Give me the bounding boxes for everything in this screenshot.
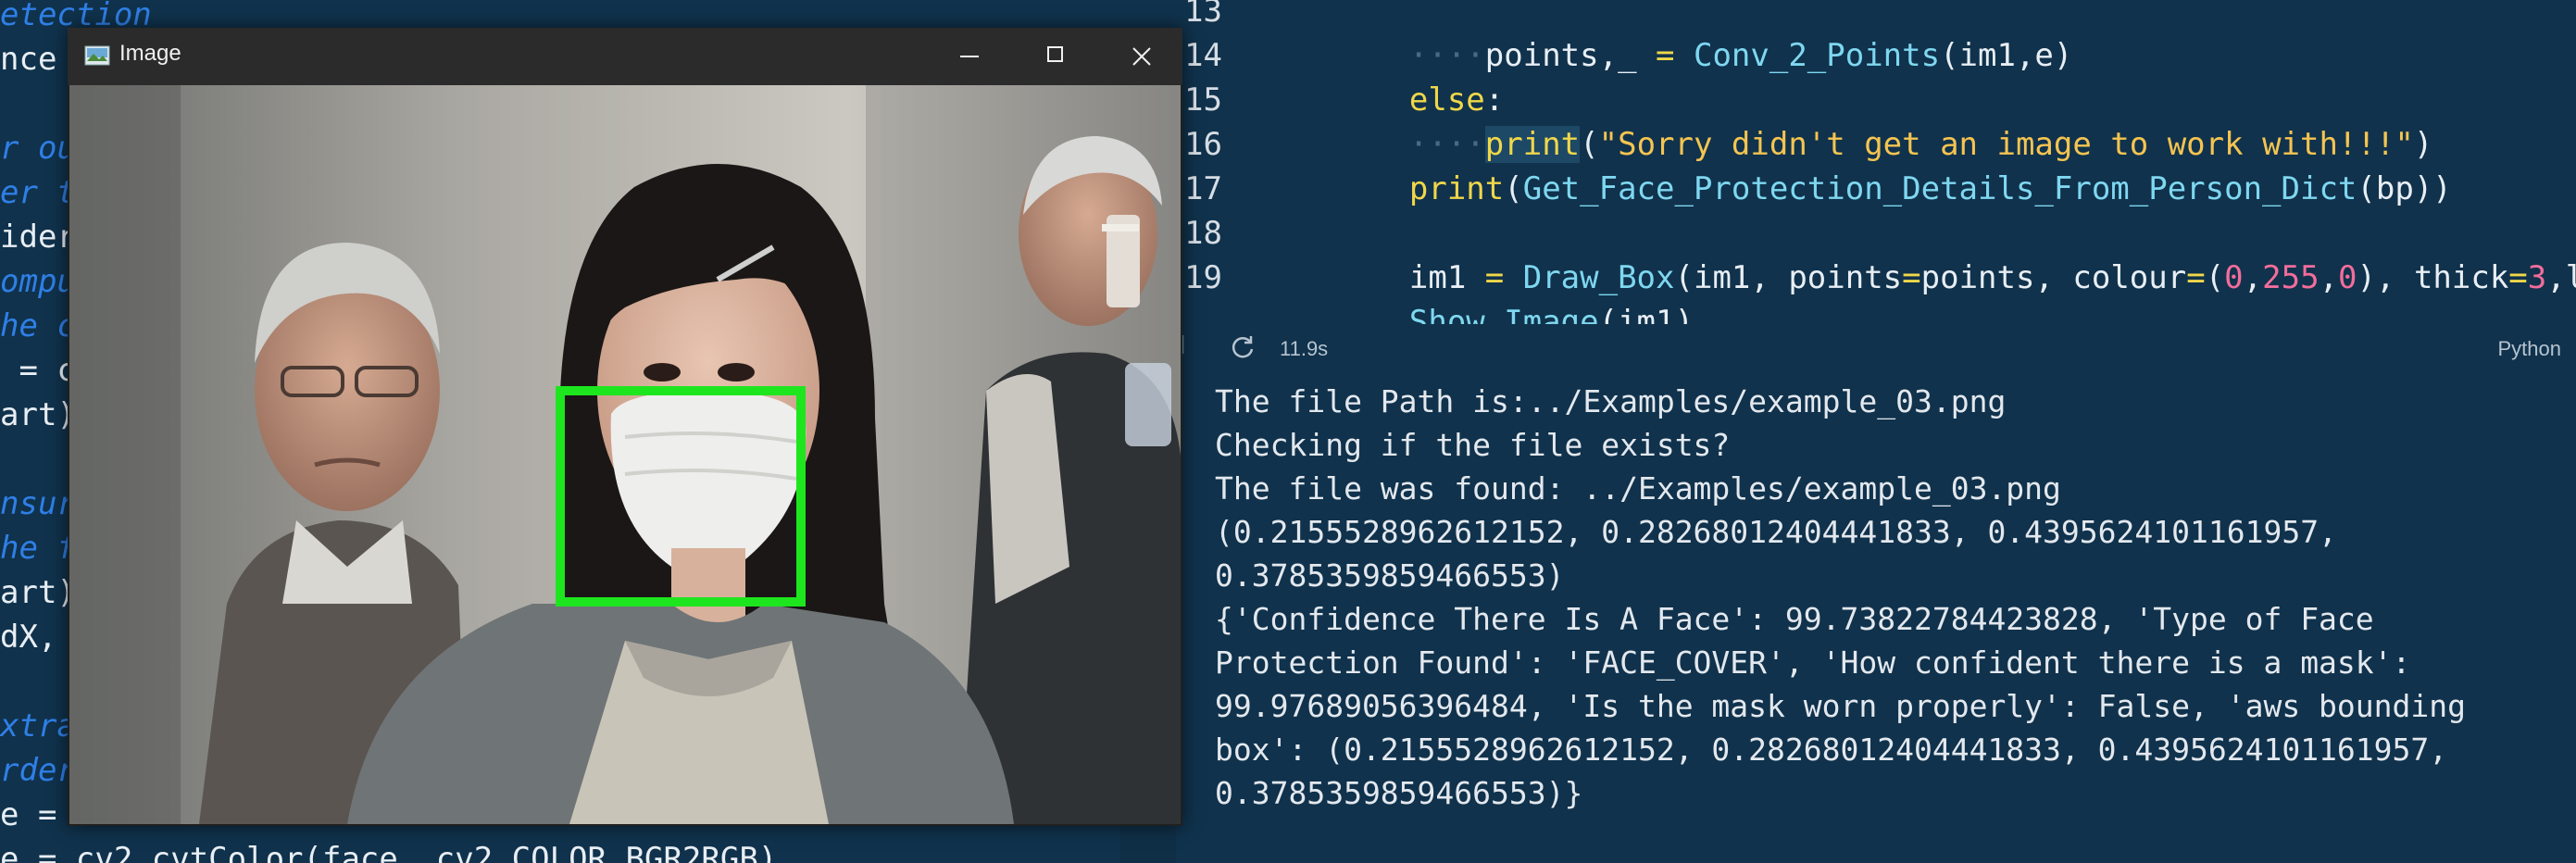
minimize-icon (960, 56, 979, 57)
code-token: Get_Face_Protection_Details_From_Person_… (1522, 170, 2357, 207)
code-line[interactable]: xtra (0, 704, 76, 748)
code-token: Conv_2_Points (1693, 37, 1941, 74)
photo-illustration (69, 85, 1181, 824)
cell-status-bar: ] 11.9s Python (1176, 324, 2576, 374)
code-token: , (2243, 259, 2263, 296)
code-line[interactable]: he f (0, 526, 76, 570)
code-line[interactable]: nsur (0, 482, 76, 526)
code-line[interactable]: e = cv2.cvtColor(face, cv2.COLOR_BGR2RGB… (0, 837, 777, 863)
maximize-button[interactable] (1014, 28, 1097, 85)
window-title: Image (119, 41, 181, 66)
output-line: 0.3785359859466553) (1215, 557, 1565, 594)
output-line: 0.3785359859466553)} (1215, 775, 1583, 811)
code-token: (im1, points (1674, 259, 1903, 296)
output-line: The file was found: ../Examples/example_… (1215, 470, 2061, 507)
code-line[interactable]: r ou (0, 126, 76, 170)
code-token: ( (1504, 170, 1523, 207)
code-line[interactable]: art) (0, 393, 76, 437)
code-line[interactable]: dX, (0, 615, 56, 659)
output-line: (0.2155528962612152, 0.28268012404441833… (1215, 514, 2337, 550)
code-token: ), thick (2357, 259, 2509, 296)
code-line[interactable]: e = (0, 793, 56, 837)
code-token: ( (2205, 259, 2225, 296)
code-token: 0 (2338, 259, 2357, 296)
code-token: (im1) (1598, 304, 1694, 324)
code-token: = (2186, 259, 2206, 296)
code-token: print (1408, 170, 1505, 207)
code-token: points,_ (1484, 37, 1657, 74)
code-token: = (2508, 259, 2528, 296)
photo-display (69, 85, 1181, 824)
code-token: 0 (2224, 259, 2244, 296)
code-line[interactable]: ider (0, 215, 76, 259)
code-line[interactable]: rder (0, 748, 76, 793)
code-token: = (1656, 37, 1694, 74)
code-line-19[interactable]: Show_Image(im1) (1333, 256, 1694, 324)
code-line[interactable]: er t (0, 170, 76, 215)
code-token: = (1902, 259, 1921, 296)
code-token: 255 (2262, 259, 2320, 296)
close-button[interactable] (1099, 28, 1182, 85)
output-line: The file Path is:../Examples/example_03.… (1215, 383, 2007, 419)
code-token: Show_Image (1408, 304, 1599, 324)
output-line: 99.97689056396484, 'Is the mask worn pro… (1215, 688, 2467, 724)
execution-time: 11.9s (1280, 337, 1329, 360)
output-line: Checking if the file exists? (1215, 427, 1731, 463)
output-line: Protection Found': 'FACE_COVER', 'How co… (1215, 644, 2411, 681)
maximize-icon (1047, 46, 1063, 62)
code-token: (bp)) (2357, 170, 2452, 207)
output-line: {'Confidence There Is A Face': 99.738227… (1215, 601, 2374, 637)
code-line[interactable]: nce (0, 37, 56, 81)
code-token: , (2319, 259, 2339, 296)
code-line[interactable]: he c (0, 304, 76, 348)
notebook-code-cell[interactable]: 13 14 15 16 17 18 19 ····points,_ = Conv… (1120, 0, 2576, 324)
close-icon (1131, 45, 1153, 68)
cell-output: The file Path is:../Examples/example_03.… (1176, 374, 2576, 863)
code-token: points, colour (1920, 259, 2187, 296)
image-viewer-window[interactable]: Image (68, 28, 1182, 826)
code-token: (im1,e) (1940, 37, 2073, 74)
window-titlebar[interactable]: Image (68, 28, 1182, 85)
code-token: ,lin (2546, 259, 2576, 296)
app-icon (84, 44, 110, 67)
code-line[interactable]: ompu (0, 259, 76, 304)
execute-again-icon[interactable] (1230, 333, 1257, 361)
output-line: box': (0.2155528962612152, 0.28268012404… (1215, 732, 2448, 768)
code-line[interactable]: = c (0, 348, 75, 393)
minimize-button[interactable] (929, 28, 1012, 85)
language-indicator[interactable]: Python (2498, 337, 2562, 361)
code-line[interactable]: art) (0, 570, 76, 615)
code-token: 3 (2527, 259, 2547, 296)
